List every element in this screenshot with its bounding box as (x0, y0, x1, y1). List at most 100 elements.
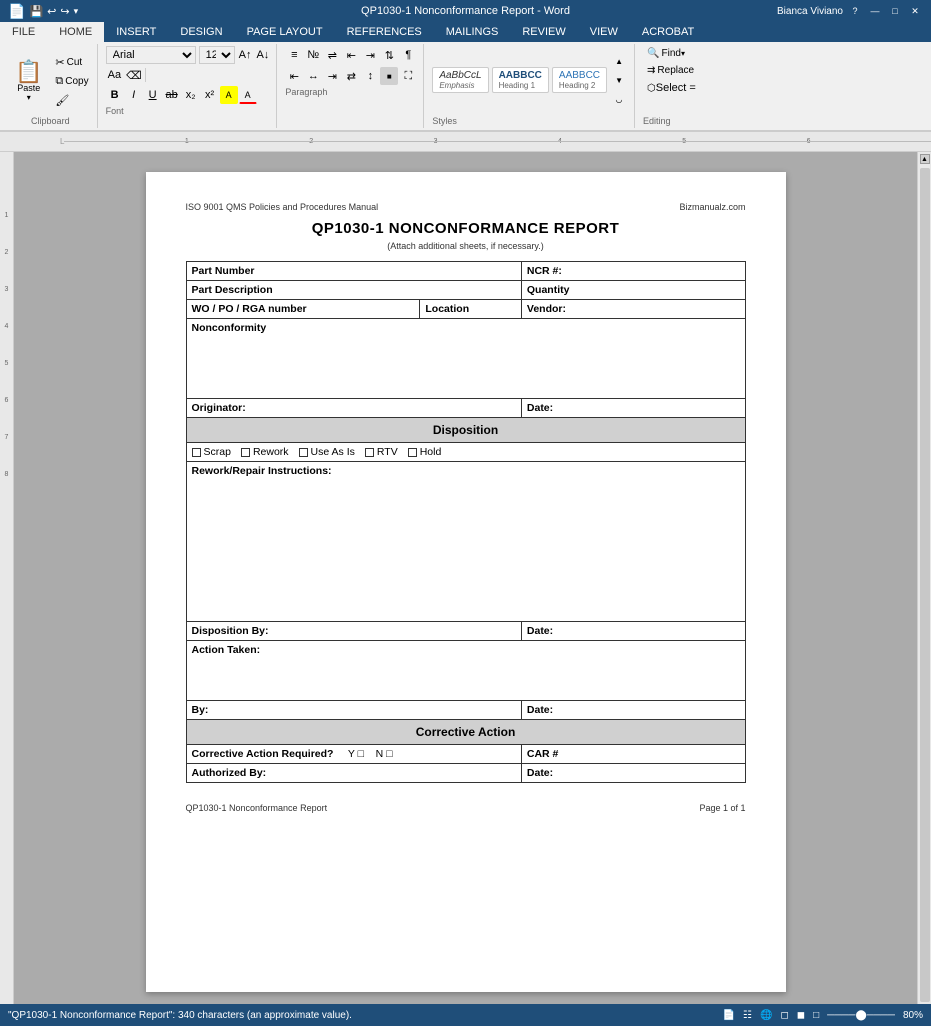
minimize-button[interactable]: — (867, 3, 883, 19)
underline-button[interactable]: U (144, 86, 162, 104)
date2-label: Date: (527, 625, 553, 637)
use-as-is-label: Use As Is (311, 446, 355, 458)
tab-page-layout[interactable]: PAGE LAYOUT (235, 22, 335, 42)
clear-format-button[interactable]: ⌫ (125, 68, 143, 83)
text-highlight-button[interactable]: A (220, 86, 238, 104)
zoom-slider[interactable]: ────⬤──── (827, 1010, 895, 1021)
use-as-is-checkbox-item: Use As Is (299, 446, 355, 458)
style-heading2[interactable]: AABBCC Heading 2 (552, 67, 607, 93)
nonconformity-cell: Nonconformity (186, 319, 745, 399)
rework-label: Rework (253, 446, 289, 458)
use-as-is-checkbox[interactable] (299, 448, 308, 457)
align-left-button[interactable]: ⇤ (285, 67, 303, 85)
footer-right: Page 1 of 1 (699, 803, 745, 813)
font-grow-button[interactable]: A↑ (238, 48, 253, 62)
tab-mailings[interactable]: MAILINGS (434, 22, 511, 42)
show-paragraph-button[interactable]: ¶ (399, 46, 417, 64)
quantity-label: Quantity (527, 284, 570, 296)
italic-button[interactable]: I (125, 86, 143, 104)
find-button[interactable]: 🔍 Find ▾ (643, 46, 711, 61)
bold-button[interactable]: B (106, 86, 124, 104)
font-size-select[interactable]: 12 (199, 46, 235, 64)
language-icon: 🌐 (760, 1010, 772, 1021)
font-color-button[interactable]: A (239, 86, 257, 104)
rtv-checkbox[interactable] (365, 448, 374, 457)
quick-access-more[interactable]: ▾ (74, 6, 79, 17)
help-button[interactable]: ? (847, 3, 863, 19)
select-icon: ⬡ (647, 83, 656, 94)
doc-header-left: ISO 9001 QMS Policies and Procedures Man… (186, 202, 379, 212)
layout-read-icon[interactable]: ◼ (797, 1010, 805, 1021)
tab-design[interactable]: DESIGN (168, 22, 234, 42)
clipboard-label: Clipboard (31, 116, 70, 126)
tab-acrobat[interactable]: ACROBAT (630, 22, 706, 42)
hold-label: Hold (420, 446, 442, 458)
format-painter-button[interactable]: 🖌 (51, 92, 92, 109)
horizontal-ruler: L 1 2 3 4 5 6 (0, 132, 931, 152)
tab-review[interactable]: REVIEW (510, 22, 577, 42)
font-name-select[interactable]: Arial (106, 46, 196, 64)
tab-references[interactable]: REFERENCES (335, 22, 434, 42)
replace-button[interactable]: ⇉ Replace (643, 63, 711, 78)
word-count-icon: ☷ (743, 1010, 752, 1021)
numbering-button[interactable]: № (304, 46, 322, 64)
paragraph-group-label: Paragraph (285, 87, 417, 97)
status-right: 📄 ☷ 🌐 ◻ ◼ □ ────⬤──── 80% (723, 1010, 923, 1021)
hold-checkbox[interactable] (408, 448, 417, 457)
car-cell: CAR # (521, 745, 745, 764)
multilevel-button[interactable]: ⇌ (323, 46, 341, 64)
quick-access-redo[interactable]: ↪ (60, 5, 69, 18)
styles-up[interactable]: ▲ (610, 52, 628, 70)
cut-icon: ✂ (55, 56, 64, 69)
justify-button[interactable]: ⇄ (342, 67, 360, 85)
style-emphasis[interactable]: AaBbCcL Emphasis (432, 67, 488, 93)
replace-icon: ⇉ (647, 65, 655, 76)
font-shrink-button[interactable]: A↓ (255, 48, 270, 62)
cut-button[interactable]: ✂ Cut (51, 54, 92, 71)
layout-print-icon[interactable]: ◻ (780, 1010, 788, 1021)
strikethrough-button[interactable]: ab (163, 86, 181, 104)
line-spacing-button[interactable]: ↕ (361, 67, 379, 85)
style-heading1[interactable]: AABBCC Heading 1 (492, 67, 549, 93)
change-case-button[interactable]: Aa (106, 67, 123, 83)
tab-home[interactable]: HOME (47, 22, 104, 42)
styles-down[interactable]: ▼ (610, 71, 628, 89)
vertical-scrollbar[interactable]: ▲ ▼ (917, 152, 931, 1018)
scroll-thumb[interactable] (920, 168, 930, 1002)
shading-button[interactable]: ■ (380, 67, 398, 85)
word-icon: 📄 (8, 3, 25, 20)
select-button[interactable]: ⬡ Select = (643, 80, 711, 96)
superscript-button[interactable]: x² (201, 86, 219, 104)
quick-access-undo[interactable]: ↩ (47, 5, 56, 18)
user-name: Bianca Viviano (777, 6, 843, 17)
rtv-label: RTV (377, 446, 398, 458)
maximize-button[interactable]: □ (887, 3, 903, 19)
tab-view[interactable]: VIEW (578, 22, 630, 42)
styles-more[interactable]: ◡ (610, 90, 628, 108)
bullets-button[interactable]: ≡ (285, 46, 303, 64)
close-button[interactable]: ✕ (907, 3, 923, 19)
align-right-button[interactable]: ⇥ (323, 67, 341, 85)
scrap-checkbox[interactable] (192, 448, 201, 457)
subscript-button[interactable]: x₂ (182, 86, 200, 104)
scroll-up-button[interactable]: ▲ (920, 154, 930, 164)
tab-file[interactable]: FILE (0, 22, 47, 42)
rework-checkbox[interactable] (241, 448, 250, 457)
align-center-button[interactable]: ↔ (304, 67, 322, 85)
sort-button[interactable]: ⇅ (380, 46, 398, 64)
paste-icon: 📋 (15, 61, 42, 83)
font-group-label: Font (106, 106, 271, 116)
quick-access-save[interactable]: 💾 (29, 5, 43, 18)
decrease-indent-button[interactable]: ⇤ (342, 46, 360, 64)
layout-web-icon[interactable]: □ (813, 1010, 819, 1021)
border-button[interactable]: ⛶ (399, 67, 417, 85)
editing-group: 🔍 Find ▾ ⇉ Replace ⬡ Select = Editing (637, 44, 717, 128)
font-group: Arial 12 A↑ A↓ Aa ⌫ B I U ab x₂ x² A A F… (100, 44, 278, 128)
increase-indent-button[interactable]: ⇥ (361, 46, 379, 64)
copy-button[interactable]: ⧉ Copy (51, 73, 92, 90)
styles-group: AaBbCcL Emphasis AABBCC Heading 1 AABBCC… (426, 44, 635, 128)
status-text: "QP1030-1 Nonconformance Report": 340 ch… (8, 1010, 352, 1021)
paste-button[interactable]: 📋 Paste ▾ (8, 58, 49, 105)
tab-insert[interactable]: INSERT (104, 22, 168, 42)
disposition-checkboxes-cell: Scrap Rework Use As Is (186, 443, 745, 462)
